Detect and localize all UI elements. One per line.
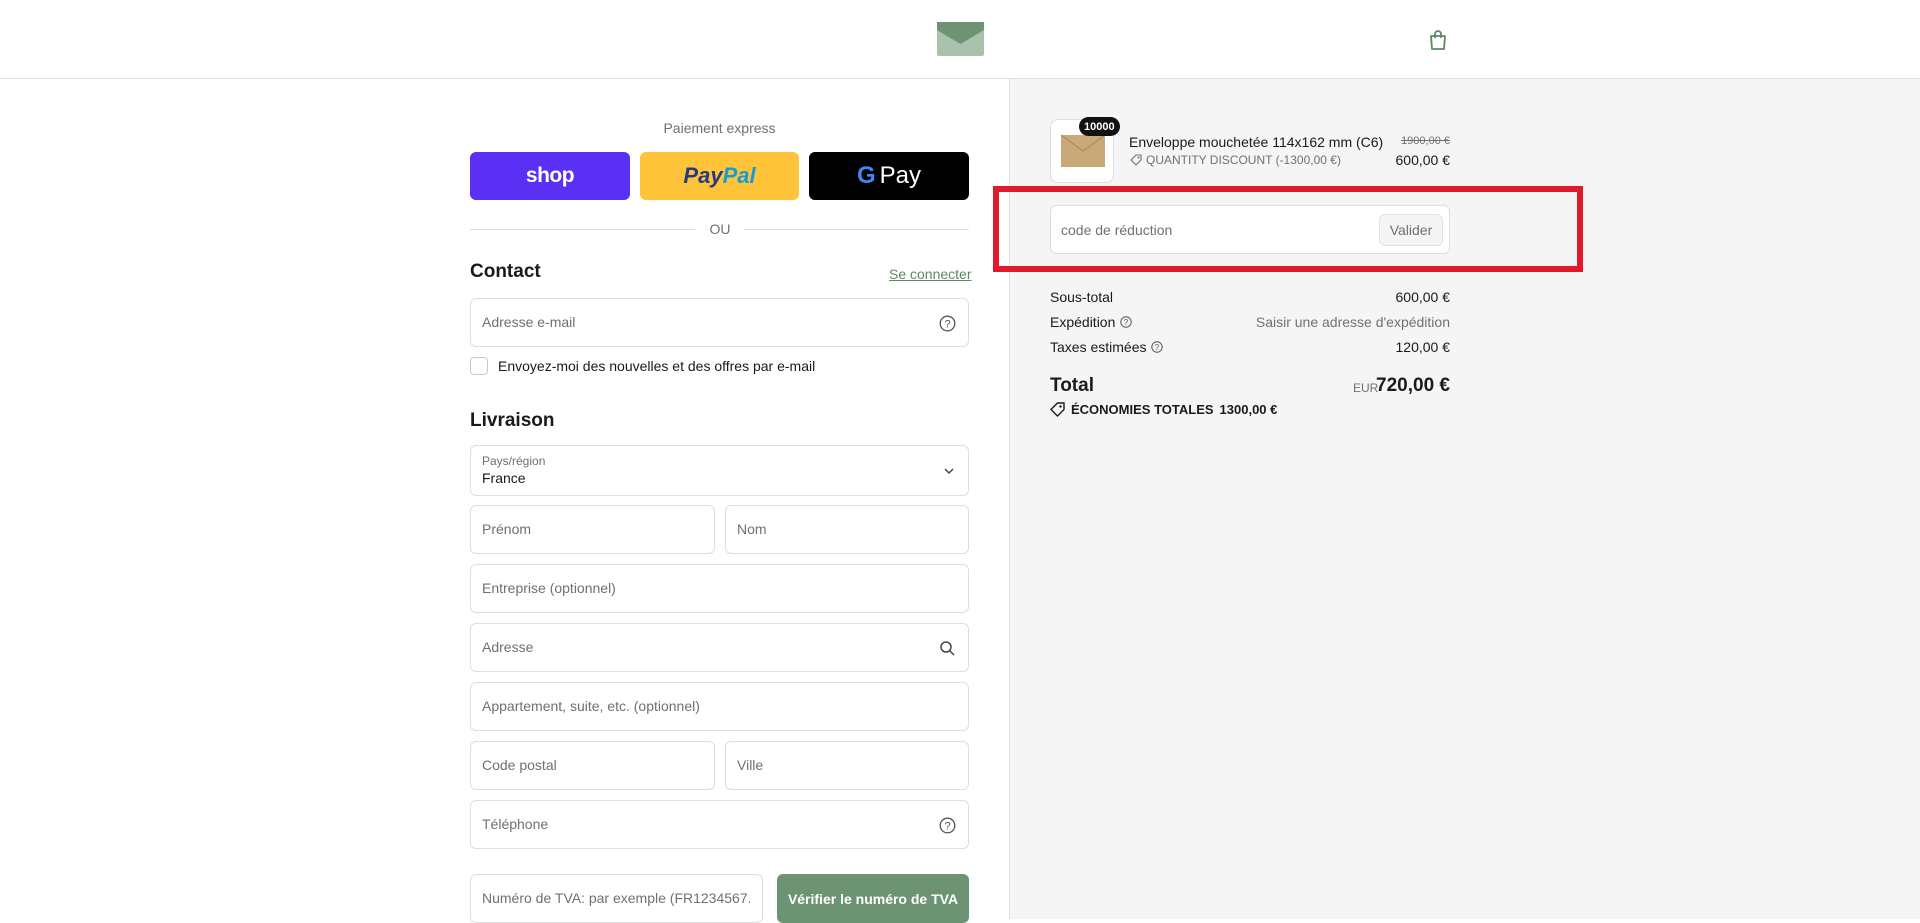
apartment-placeholder: Appartement, suite, etc. (optionnel) bbox=[482, 698, 700, 714]
email-placeholder: Adresse e-mail bbox=[482, 314, 576, 330]
newsletter-checkbox[interactable] bbox=[470, 357, 488, 375]
city-placeholder: Ville bbox=[737, 757, 764, 773]
subtotal-label: Sous-total bbox=[1050, 289, 1114, 305]
svg-text:?: ? bbox=[944, 821, 950, 833]
phone-field[interactable]: Téléphone ? bbox=[470, 800, 969, 849]
shipping-value: Saisir une adresse d'expédition bbox=[1255, 314, 1450, 330]
google-pay-button[interactable]: G Pay bbox=[809, 152, 969, 200]
tag-icon bbox=[1050, 402, 1065, 417]
chevron-down-icon bbox=[944, 468, 954, 475]
postal-code-placeholder: Code postal bbox=[482, 757, 557, 773]
country-label: Pays/région bbox=[482, 454, 546, 468]
svg-text:?: ? bbox=[1124, 318, 1129, 327]
savings-value: 1300,00 € bbox=[1219, 402, 1278, 417]
svg-text:?: ? bbox=[944, 319, 950, 331]
shipping-label: Expédition bbox=[1050, 314, 1116, 330]
svg-text:?: ? bbox=[1155, 343, 1160, 352]
or-divider-text: OU bbox=[709, 221, 731, 237]
address-placeholder: Adresse bbox=[482, 639, 534, 655]
total-value: 720,00 € bbox=[1376, 375, 1450, 396]
verify-vat-button[interactable]: Vérifier le numéro de TVA bbox=[777, 874, 969, 923]
site-header bbox=[0, 0, 1920, 79]
quantity-badge: 10000 bbox=[1079, 117, 1120, 136]
google-g-icon: G bbox=[856, 162, 876, 189]
help-circle-icon[interactable]: ? bbox=[1120, 316, 1133, 328]
subtotal-row: Sous-total 600,00 € bbox=[1050, 289, 1450, 307]
phone-placeholder: Téléphone bbox=[482, 816, 549, 832]
highlight-box bbox=[993, 186, 1583, 272]
first-name-field[interactable]: Prénom bbox=[470, 505, 715, 554]
divider-right bbox=[744, 229, 969, 230]
paypal-label-pal: Pal bbox=[722, 163, 756, 188]
taxes-row: Taxes estimées ? 120,00 € bbox=[1050, 339, 1450, 357]
login-link[interactable]: Se connecter bbox=[889, 266, 972, 282]
product-price: 600,00 € bbox=[1395, 152, 1451, 168]
product-discount: QUANTITY DISCOUNT (-1300,00 €) bbox=[1130, 153, 1341, 167]
search-icon[interactable] bbox=[939, 640, 956, 657]
tag-icon bbox=[1130, 154, 1142, 166]
taxes-value: 120,00 € bbox=[1395, 339, 1451, 355]
help-circle-icon[interactable]: ? bbox=[1151, 341, 1164, 353]
last-name-placeholder: Nom bbox=[737, 521, 767, 537]
envelope-product-image bbox=[1061, 135, 1105, 167]
address-field[interactable]: Adresse bbox=[470, 623, 969, 672]
country-select[interactable]: Pays/région France bbox=[470, 445, 969, 496]
company-field[interactable]: Entreprise (optionnel) bbox=[470, 564, 969, 613]
total-label: Total bbox=[1050, 375, 1094, 396]
help-circle-icon[interactable]: ? bbox=[939, 315, 956, 332]
delivery-heading: Livraison bbox=[470, 410, 555, 431]
shop-pay-label: shop bbox=[525, 164, 575, 187]
google-pay-label: Pay bbox=[879, 162, 922, 189]
contact-heading: Contact bbox=[470, 261, 541, 282]
postal-code-field[interactable]: Code postal bbox=[470, 741, 715, 790]
shopping-bag-icon[interactable] bbox=[1428, 29, 1448, 51]
vat-number-field[interactable]: Numéro de TVA: par exemple (FR1234567... bbox=[470, 874, 763, 923]
savings-label: ÉCONOMIES TOTALES bbox=[1071, 402, 1214, 417]
paypal-label-pay: Pay bbox=[683, 163, 723, 188]
taxes-label: Taxes estimées bbox=[1050, 339, 1147, 355]
subtotal-value: 600,00 € bbox=[1395, 289, 1451, 305]
product-discount-label: QUANTITY DISCOUNT (-1300,00 €) bbox=[1146, 153, 1341, 167]
total-savings: ÉCONOMIES TOTALES 1300,00 € bbox=[1050, 402, 1277, 417]
divider-left bbox=[470, 229, 695, 230]
vat-number-placeholder: Numéro de TVA: par exemple (FR1234567... bbox=[482, 890, 750, 906]
city-field[interactable]: Ville bbox=[725, 741, 969, 790]
product-old-price: 1900,00 € bbox=[1401, 135, 1450, 147]
email-field[interactable]: Adresse e-mail ? bbox=[470, 298, 969, 347]
shipping-row: Expédition ? Saisir une adresse d'expédi… bbox=[1050, 314, 1450, 332]
first-name-placeholder: Prénom bbox=[482, 521, 532, 537]
express-checkout-title: Paiement express bbox=[663, 120, 776, 136]
paypal-button[interactable]: Pay Pal bbox=[640, 152, 799, 200]
last-name-field[interactable]: Nom bbox=[725, 505, 969, 554]
product-name: Enveloppe mouchetée 114x162 mm (C6) bbox=[1129, 134, 1384, 150]
apartment-field[interactable]: Appartement, suite, etc. (optionnel) bbox=[470, 682, 969, 731]
company-placeholder: Entreprise (optionnel) bbox=[482, 580, 616, 596]
shop-pay-button[interactable]: shop bbox=[470, 152, 630, 200]
envelope-logo-icon[interactable] bbox=[937, 22, 984, 56]
country-value: France bbox=[482, 470, 526, 486]
total-currency: EUR bbox=[1353, 381, 1379, 395]
newsletter-label: Envoyez-moi des nouvelles et des offres … bbox=[498, 358, 816, 374]
help-circle-icon[interactable]: ? bbox=[939, 817, 956, 834]
